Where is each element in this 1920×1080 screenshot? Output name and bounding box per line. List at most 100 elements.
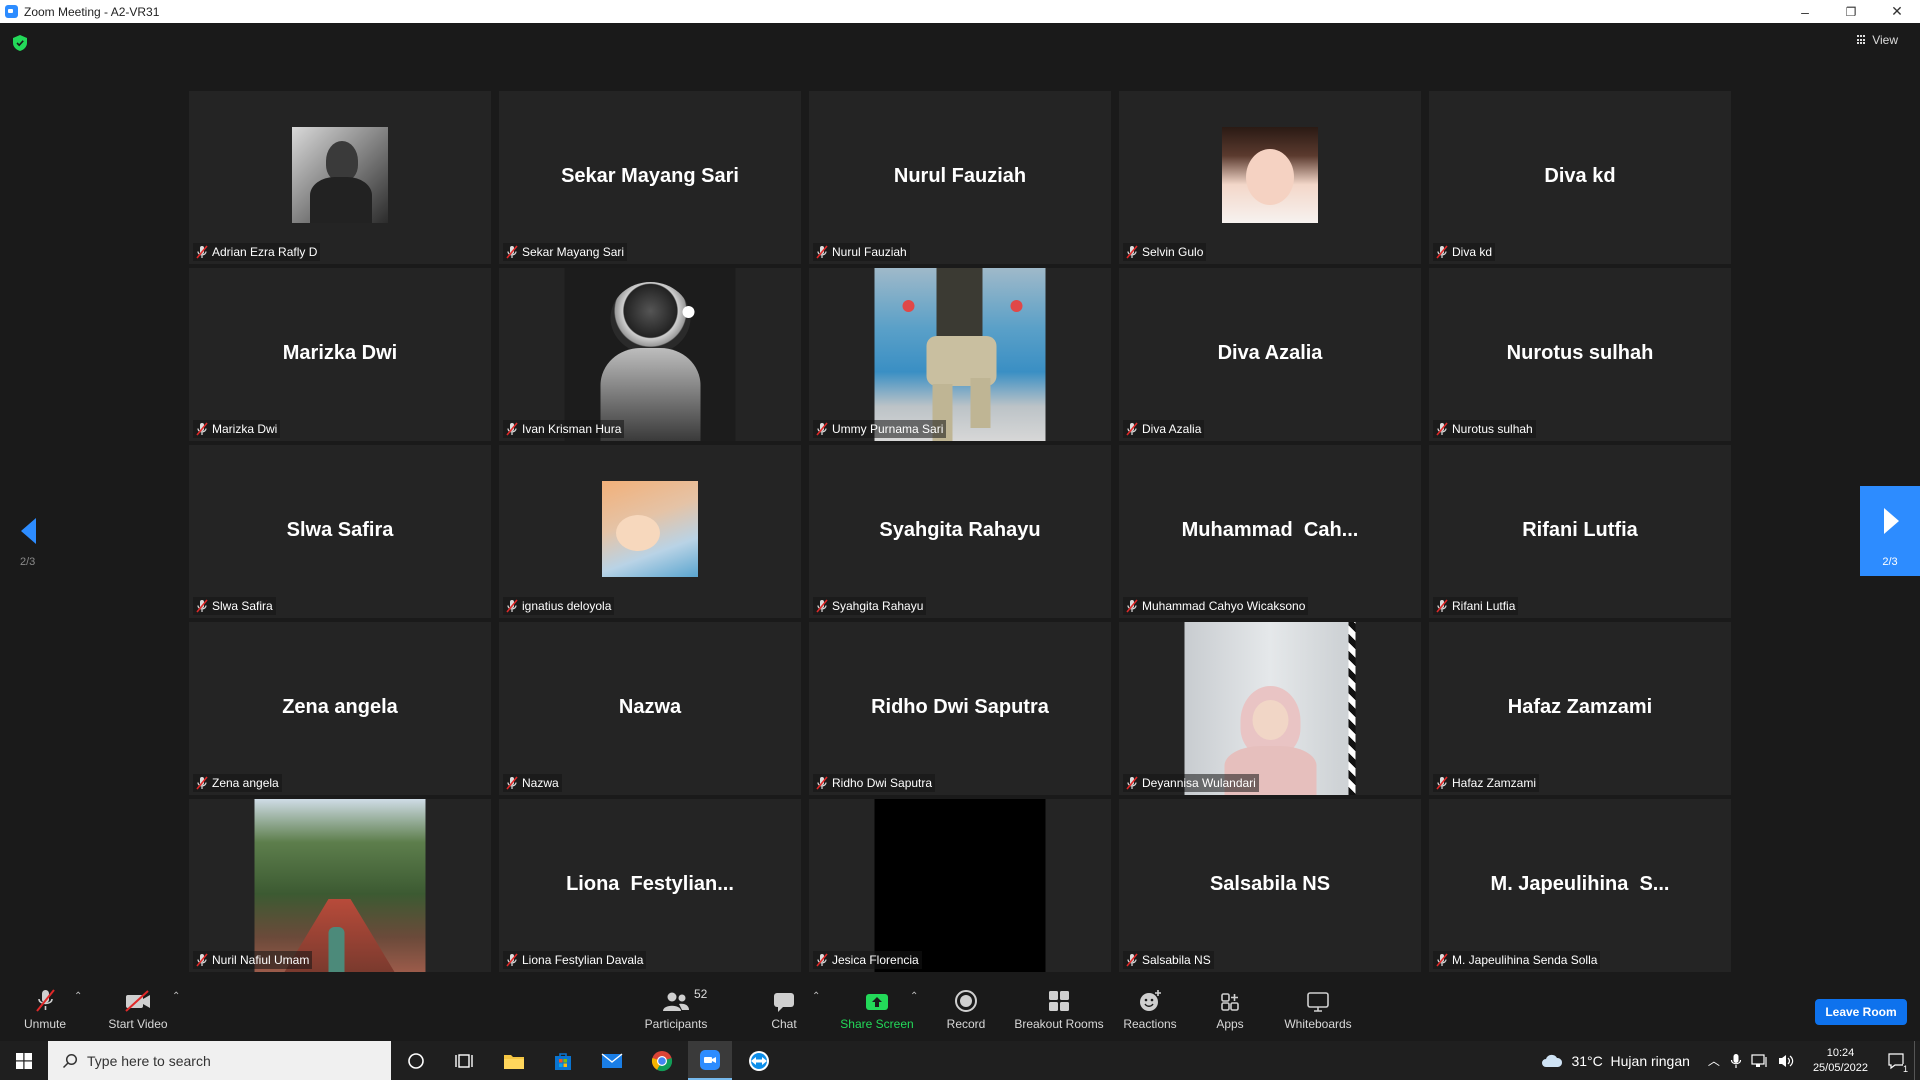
participant-display-name: Syahgita Rahayu (879, 519, 1041, 541)
participant-name: Zena angela (212, 776, 279, 790)
participant-tile[interactable]: Nazwa Nazwa (499, 622, 801, 795)
muted-mic-icon (196, 776, 208, 790)
cortana-button[interactable] (394, 1041, 438, 1080)
encryption-shield-icon[interactable] (13, 35, 27, 51)
chat-options-caret-icon[interactable]: ⌃ (812, 991, 820, 1002)
show-hidden-icons-chevron-icon[interactable]: ︿ (1708, 1052, 1720, 1069)
participant-tile[interactable]: Syahgita Rahayu Syahgita Rahayu (809, 445, 1111, 618)
teamviewer-app[interactable] (737, 1041, 781, 1080)
muted-mic-icon (816, 422, 828, 436)
muted-mic-icon (196, 599, 208, 613)
muted-mic-icon (196, 245, 208, 259)
apps-button[interactable]: Apps (1212, 987, 1248, 1031)
muted-mic-icon (1126, 599, 1138, 613)
microsoft-store-app[interactable] (541, 1041, 585, 1080)
participant-name: Nurotus sulhah (1452, 422, 1533, 436)
muted-mic-icon (816, 245, 828, 259)
notification-center-button[interactable]: 1 (1878, 1041, 1914, 1080)
close-button[interactable]: ✕ (1874, 0, 1920, 23)
chat-button[interactable]: Chat (766, 987, 802, 1031)
microphone-in-use-icon[interactable] (1730, 1053, 1742, 1069)
whiteboards-button[interactable]: Whiteboards (1282, 987, 1354, 1031)
volume-icon[interactable] (1777, 1053, 1795, 1069)
participant-tile[interactable]: Marizka Dwi Marizka Dwi (189, 268, 491, 441)
meeting-toolbar: Unmute ⌃ Start Video ⌃ 52 Participants C… (0, 979, 1920, 1041)
task-view-button[interactable] (442, 1041, 486, 1080)
participant-tile[interactable]: Ivan Krisman Hura (499, 268, 801, 441)
chrome-app[interactable] (640, 1041, 684, 1080)
participant-display-name: Slwa Safira (286, 519, 394, 541)
muted-mic-icon (1436, 245, 1448, 259)
participant-tile[interactable]: Sekar Mayang Sari Sekar Mayang Sari (499, 91, 801, 264)
chrome-icon (651, 1050, 673, 1071)
weather-cloud-icon[interactable] (1541, 1053, 1563, 1069)
start-video-button[interactable]: Start Video (106, 987, 170, 1031)
participant-tile[interactable]: ignatius deloyola (499, 445, 801, 618)
show-desktop-button[interactable] (1914, 1041, 1920, 1080)
participant-tile[interactable]: Zena angela Zena angela (189, 622, 491, 795)
participant-name-label: Marizka Dwi (193, 420, 281, 438)
breakout-rooms-label: Breakout Rooms (1014, 1017, 1104, 1031)
view-label: View (1872, 33, 1898, 47)
muted-mic-icon (506, 599, 518, 613)
file-explorer-app[interactable] (492, 1041, 536, 1080)
participants-button[interactable]: 52 Participants (640, 987, 712, 1031)
participant-name-label: Nurotus sulhah (1433, 420, 1536, 438)
view-button[interactable]: View (1857, 33, 1898, 47)
participant-name: Deyannisa Wulandari (1142, 776, 1256, 790)
participant-tile[interactable]: Diva Azalia Diva Azalia (1119, 268, 1421, 441)
record-button[interactable]: Record (944, 987, 988, 1031)
breakout-rooms-button[interactable]: Breakout Rooms (1012, 987, 1106, 1031)
participant-tile[interactable]: Ummy Purnama Sari (809, 268, 1111, 441)
video-options-caret-icon[interactable]: ⌃ (172, 991, 180, 1002)
participant-tile[interactable]: Selvin Gulo (1119, 91, 1421, 264)
participant-tile[interactable]: Adrian Ezra Rafly D (189, 91, 491, 264)
taskbar-clock[interactable]: 10:24 25/05/2022 (1813, 1046, 1868, 1076)
weather-text[interactable]: 31°C Hujan ringan (1571, 1053, 1689, 1069)
start-button[interactable] (2, 1041, 46, 1080)
reactions-button[interactable]: Reactions (1122, 987, 1178, 1031)
participant-tile[interactable]: Deyannisa Wulandari (1119, 622, 1421, 795)
previous-page-arrow-icon[interactable] (18, 516, 38, 546)
participant-name: Syahgita Rahayu (832, 599, 924, 613)
participant-display-name: Diva kd (1544, 165, 1616, 187)
participant-tile[interactable]: Jesica Florencia (809, 799, 1111, 972)
participant-tile[interactable]: Liona Festylian... Liona Festylian Davala (499, 799, 801, 972)
participant-tile[interactable]: Muhammad Cah... Muhammad Cahyo Wicaksono (1119, 445, 1421, 618)
participant-tile[interactable]: Nurotus sulhah Nurotus sulhah (1429, 268, 1731, 441)
mail-app[interactable] (590, 1041, 634, 1080)
participant-tile[interactable]: Rifani Lutfia Rifani Lutfia (1429, 445, 1731, 618)
leave-room-button[interactable]: Leave Room (1815, 999, 1907, 1025)
participant-name-label: Diva kd (1433, 243, 1496, 261)
minimize-button[interactable]: – (1782, 0, 1828, 23)
participant-tile[interactable]: Salsabila NS Salsabila NS (1119, 799, 1421, 972)
unmute-button[interactable]: Unmute (22, 987, 68, 1031)
task-view-icon (455, 1053, 473, 1068)
participants-icon (663, 992, 689, 1011)
muted-mic-icon (1126, 245, 1138, 259)
previous-page-indicator: 2/3 (20, 556, 36, 568)
participants-label: Participants (644, 1017, 708, 1031)
participant-tile[interactable]: Slwa Safira Slwa Safira (189, 445, 491, 618)
zoom-app[interactable] (688, 1041, 732, 1080)
participant-tile[interactable]: M. Japeulihina S... M. Japeulihina Senda … (1429, 799, 1731, 972)
participant-tile[interactable]: Nurul Fauziah Nurul Fauziah (809, 91, 1111, 264)
window-title: Zoom Meeting - A2-VR31 (24, 4, 160, 19)
share-screen-button[interactable]: Share Screen (838, 987, 916, 1031)
participant-name: Marizka Dwi (212, 422, 278, 436)
participant-tile[interactable]: Ridho Dwi Saputra Ridho Dwi Saputra (809, 622, 1111, 795)
taskbar-search-box[interactable]: Type here to search (48, 1041, 391, 1080)
participant-tile[interactable]: Hafaz Zamzami Hafaz Zamzami (1429, 622, 1731, 795)
participant-tile[interactable]: Diva kd Diva kd (1429, 91, 1731, 264)
audio-options-caret-icon[interactable]: ⌃ (74, 991, 82, 1002)
network-icon[interactable] (1751, 1053, 1769, 1069)
participant-tile[interactable]: Nuril Nafiul Umam (189, 799, 491, 972)
share-options-caret-icon[interactable]: ⌃ (910, 991, 918, 1002)
record-label: Record (946, 1017, 986, 1031)
participant-video (254, 799, 426, 972)
restore-button[interactable]: ❐ (1828, 0, 1874, 23)
zoom-logo-icon (5, 5, 18, 18)
participant-display-name: Rifani Lutfia (1522, 519, 1638, 541)
participant-name: Ridho Dwi Saputra (832, 776, 933, 790)
next-page-button[interactable]: 2/3 (1860, 486, 1920, 576)
